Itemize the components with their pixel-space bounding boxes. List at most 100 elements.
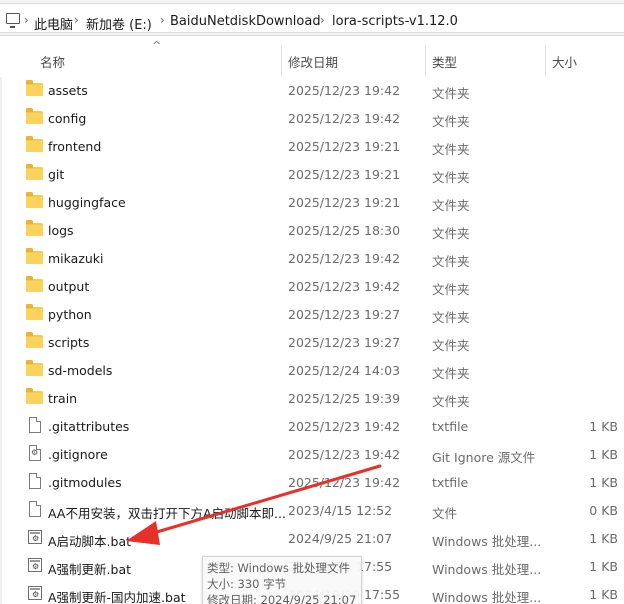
file-modified-date: 2025/12/23 19:21: [288, 139, 401, 154]
folder-icon: [26, 108, 43, 124]
folder-icon: [26, 248, 43, 264]
file-type: 文件夹: [432, 198, 470, 213]
file-size: 1 KB: [589, 447, 618, 462]
file-row[interactable]: huggingface 2025/12/23 19:21 文件夹: [0, 188, 624, 216]
column-type[interactable]: 类型: [432, 52, 457, 71]
file-modified-date: 2025/12/23 19:42: [288, 419, 401, 434]
file-name: A强制更新-国内加速.bat: [48, 590, 186, 604]
folder-icon: [26, 360, 43, 376]
file-icon: [29, 473, 41, 489]
file-name: train: [48, 391, 78, 406]
file-name: A强制更新.bat: [48, 562, 132, 577]
file-size: 1 KB: [589, 419, 618, 434]
file-icon: [29, 417, 41, 433]
file-row[interactable]: .gitmodules 2025/12/23 19:42 txtfile 1 KB: [0, 468, 624, 496]
file-row[interactable]: .gitignore 2025/12/23 19:42 Git Ignore 源文件…: [0, 440, 624, 468]
file-name: python: [48, 307, 92, 322]
file-type: 文件夹: [432, 86, 470, 101]
file-name: logs: [48, 223, 74, 238]
file-name: output: [48, 279, 90, 294]
folder-icon: [26, 164, 43, 180]
file-type: Windows 批处理...: [432, 590, 542, 604]
breadcrumb-baidunetdiskdownload[interactable]: BaiduNetdiskDownload: [170, 14, 321, 29]
file-name: scripts: [48, 335, 90, 350]
tooltip-type: 类型: Windows 批处理文件: [207, 561, 351, 575]
column-divider[interactable]: [281, 45, 282, 77]
column-divider[interactable]: [545, 45, 546, 77]
file-type: 文件夹: [432, 310, 470, 325]
file-type: 文件夹: [432, 254, 470, 269]
column-modified[interactable]: 修改日期: [288, 52, 338, 71]
file-name: huggingface: [48, 195, 126, 210]
column-divider[interactable]: [425, 45, 426, 77]
file-type: Windows 批处理...: [432, 534, 542, 549]
file-row[interactable]: python 2025/12/23 19:27 文件夹: [0, 300, 624, 328]
file-row[interactable]: train 2025/12/25 19:39 文件夹: [0, 384, 624, 412]
file-name: config: [48, 111, 87, 126]
file-name: AA不用安装，双击打开下方A启动脚本即...: [48, 506, 286, 521]
file-row[interactable]: git 2025/12/23 19:21 文件夹: [0, 160, 624, 188]
address-box[interactable]: › 此电脑 › 新加卷 (E:) › BaiduNetdiskDownload …: [0, 3, 624, 33]
file-type: 文件夹: [432, 226, 470, 241]
file-size: 1 KB: [589, 559, 618, 574]
file-type: txtfile: [432, 475, 469, 490]
file-row[interactable]: frontend 2025/12/23 19:21 文件夹: [0, 132, 624, 160]
file-name: assets: [48, 83, 88, 98]
file-modified-date: 2025/12/24 14:03: [288, 363, 401, 378]
tooltip-size: 大小: 330 字节: [207, 577, 287, 591]
folder-icon: [26, 80, 43, 96]
file-row[interactable]: config 2025/12/23 19:42 文件夹: [0, 104, 624, 132]
folder-icon: [26, 332, 43, 348]
breadcrumb-separator: ›: [320, 13, 325, 27]
batch-file-icon: [28, 530, 42, 544]
folder-icon: [26, 136, 43, 152]
file-name: .gitignore: [48, 447, 108, 462]
file-row[interactable]: .gitattributes 2025/12/23 19:42 txtfile 1 K…: [0, 412, 624, 440]
file-row[interactable]: sd-models 2025/12/24 14:03 文件夹: [0, 356, 624, 384]
file-name: .gitmodules: [48, 475, 122, 490]
file-type: 文件夹: [432, 366, 470, 381]
folder-icon: [26, 388, 43, 404]
column-size[interactable]: 大小: [552, 52, 577, 71]
file-type: 文件夹: [432, 170, 470, 185]
sort-ascending-icon: ^: [152, 39, 162, 52]
file-name: frontend: [48, 139, 102, 154]
file-modified-date: 2025/12/23 19:27: [288, 335, 401, 350]
file-row[interactable]: AA不用安装，双击打开下方A启动脚本即... 2023/4/15 12:52 文件 0…: [0, 496, 624, 524]
file-type: 文件夹: [432, 282, 470, 297]
file-icon: [29, 501, 41, 517]
breadcrumb-this-pc[interactable]: 此电脑: [34, 14, 73, 33]
file-name: A启动脚本.bat: [48, 534, 132, 549]
column-name[interactable]: 名称: [40, 52, 65, 71]
file-row[interactable]: output 2025/12/23 19:42 文件夹: [0, 272, 624, 300]
batch-file-icon: [28, 586, 42, 600]
file-modified-date: 2025/12/23 19:42: [288, 447, 401, 462]
file-type: txtfile: [432, 419, 469, 434]
gitignore-file-icon: [29, 445, 41, 461]
folder-icon: [26, 276, 43, 292]
file-modified-date: 2025/12/23 19:21: [288, 167, 401, 182]
file-modified-date: 2023/4/15 12:52: [288, 503, 393, 518]
file-size: 1 KB: [589, 587, 618, 602]
breadcrumb-drive-e[interactable]: 新加卷 (E:): [86, 14, 152, 33]
address-bar[interactable]: › 此电脑 › 新加卷 (E:) › BaiduNetdiskDownload …: [0, 0, 624, 36]
file-modified-date: 2025/12/23 19:27: [288, 307, 401, 322]
file-row[interactable]: A启动脚本.bat 2024/9/25 21:07 Windows 批处理... 1 …: [0, 524, 624, 552]
batch-file-icon: [28, 558, 42, 572]
file-size: 0 KB: [589, 503, 618, 518]
file-tooltip: 类型: Windows 批处理文件 大小: 330 字节 修改日期: 2024/…: [202, 556, 362, 604]
file-size: 1 KB: [589, 531, 618, 546]
file-size: 1 KB: [589, 475, 618, 490]
tooltip-modified: 修改日期: 2024/9/25 21:07: [207, 593, 357, 604]
file-modified-date: 2025/12/23 19:42: [288, 279, 401, 294]
file-type: 文件: [432, 506, 458, 521]
file-row[interactable]: assets 2025/12/23 19:42 文件夹: [0, 76, 624, 104]
computer-icon: [6, 13, 20, 28]
file-modified-date: 2025/12/23 19:42: [288, 251, 401, 266]
breadcrumb-lora-scripts[interactable]: lora-scripts-v1.12.0: [332, 14, 458, 29]
file-row[interactable]: mikazuki 2025/12/23 19:42 文件夹: [0, 244, 624, 272]
file-row[interactable]: logs 2025/12/25 18:30 文件夹: [0, 216, 624, 244]
breadcrumb-separator: ›: [160, 13, 165, 27]
file-modified-date: 2025/12/23 19:42: [288, 83, 401, 98]
file-row[interactable]: scripts 2025/12/23 19:27 文件夹: [0, 328, 624, 356]
